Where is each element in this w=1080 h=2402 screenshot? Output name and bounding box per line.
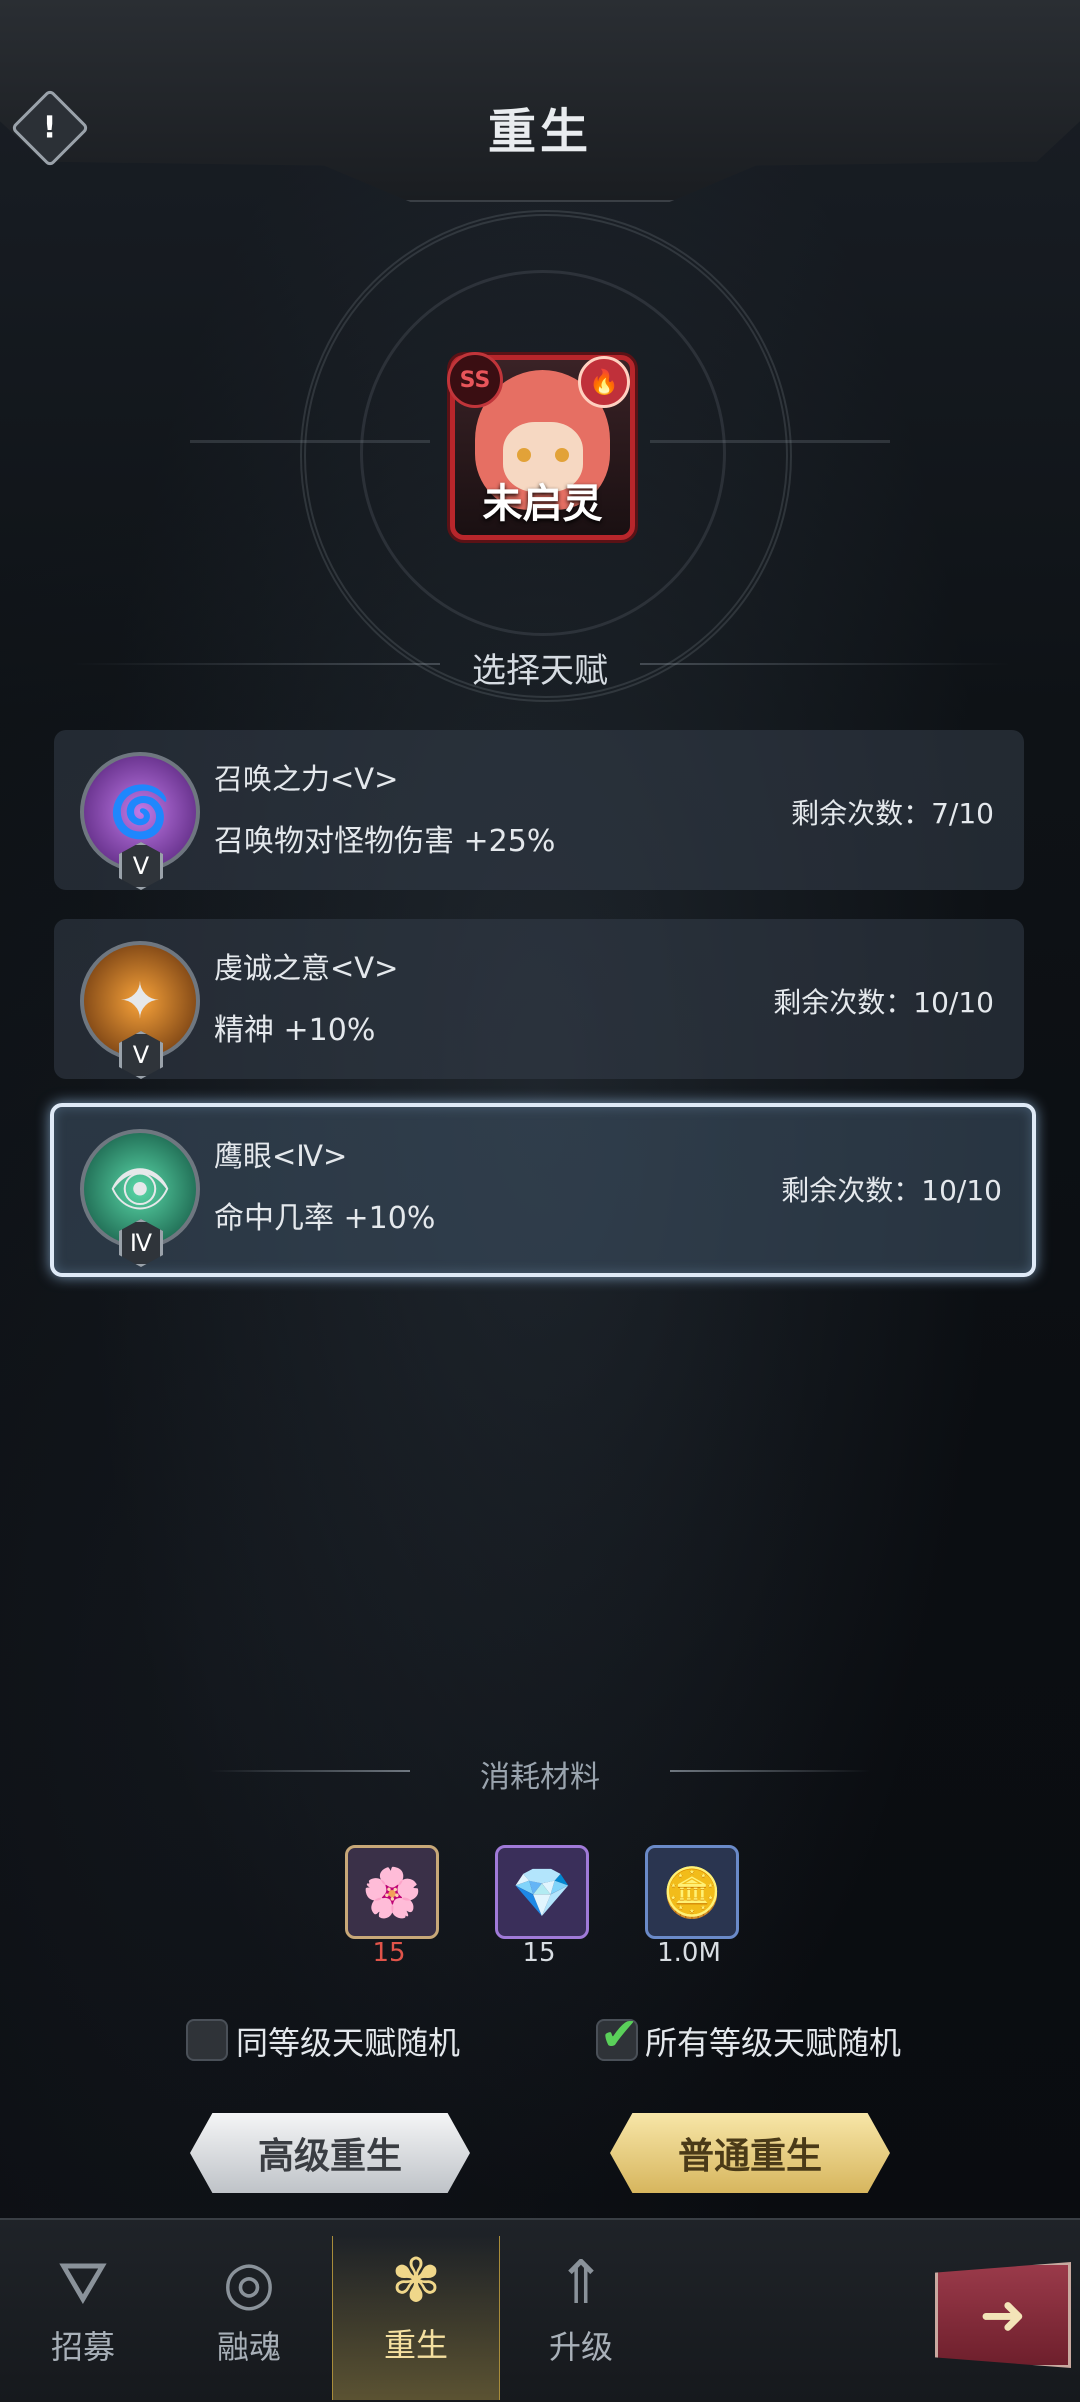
talent-name: 虔诚之意<Ⅴ> [214,951,399,985]
material-count: 15 [372,1938,406,1968]
same-level-checkbox[interactable] [186,2019,228,2061]
next-button[interactable]: ➜ [935,2262,1071,2368]
materials-title: 消耗材料 [480,1760,600,1795]
talent-effect: 命中几率 +10% [214,1201,436,1236]
arrow-right-icon: ➜ [979,2282,1027,2348]
talent-card-eagle-eye[interactable]: 👁 Ⅳ 鹰眼<Ⅳ> 命中几率 +10% 剩余次数：10/10 [50,1103,1036,1277]
talent-remaining: 剩余次数：7/10 [791,797,994,830]
character-eye-right [555,448,569,462]
talent-effect: 精神 +10% [214,1013,376,1048]
material-count: 1.0M [657,1938,721,1968]
talent-card-devotion[interactable]: ✦ Ⅴ 虔诚之意<Ⅴ> 精神 +10% 剩余次数：10/10 [54,919,1024,1079]
talent-card-summon[interactable]: 🌀 Ⅴ 召唤之力<Ⅴ> 召唤物对怪物伤害 +25% 剩余次数：7/10 [54,730,1024,890]
normal-rebirth-button[interactable]: 普通重生 [610,2113,890,2193]
fire-icon: 🔥 [578,356,630,408]
talent-remaining: 剩余次数：10/10 [773,986,994,1019]
talent-remaining: 剩余次数：10/10 [781,1174,1002,1207]
material-count: 15 [522,1938,556,1968]
soul-fusion-icon: ◎ [222,2248,276,2318]
nav-label: 重生 [383,2326,448,2364]
all-levels-checkbox[interactable]: ✔ [596,2007,639,2061]
rebirth-icon: ✾ [390,2246,442,2316]
talent-name: 鹰眼<Ⅳ> [214,1139,348,1173]
nav-tab-rebirth[interactable]: ✾ 重生 [332,2236,500,2400]
crystal-icon[interactable]: 💎 [495,1845,589,1939]
same-level-label: 同等级天赋随机 [236,2024,461,2062]
nav-label: 招募 [50,2328,115,2366]
ornament-right [650,440,890,443]
character-eye-left [517,448,531,462]
flower-icon[interactable]: 🌸 [345,1845,439,1939]
character-name: 未启灵 [482,481,603,527]
talent-effect: 召唤物对怪物伤害 +25% [214,824,556,859]
page-title: 重生 [487,104,592,160]
upgrade-icon: ⇑ [555,2248,607,2318]
select-talent-label: 选择天赋 [472,651,608,691]
gold-coin-icon[interactable]: 🪙 [645,1845,739,1939]
ornament-left [190,440,430,443]
nav-label: 升级 [548,2328,613,2366]
nav-tab-recruit[interactable]: ⛛ 招募 [0,2238,166,2400]
recruit-icon: ⛛ [57,2248,109,2318]
advanced-rebirth-button[interactable]: 高级重生 [190,2113,470,2193]
grade-badge: SS [447,352,503,408]
nav-tab-soul-fusion[interactable]: ◎ 融魂 [166,2238,332,2400]
talent-name: 召唤之力<Ⅴ> [214,762,399,796]
nav-label: 融魂 [216,2328,281,2366]
checkmark-icon: ✔ [600,2007,639,2061]
all-levels-label: 所有等级天赋随机 [645,2024,902,2062]
nav-tab-upgrade[interactable]: ⇑ 升级 [498,2238,664,2400]
